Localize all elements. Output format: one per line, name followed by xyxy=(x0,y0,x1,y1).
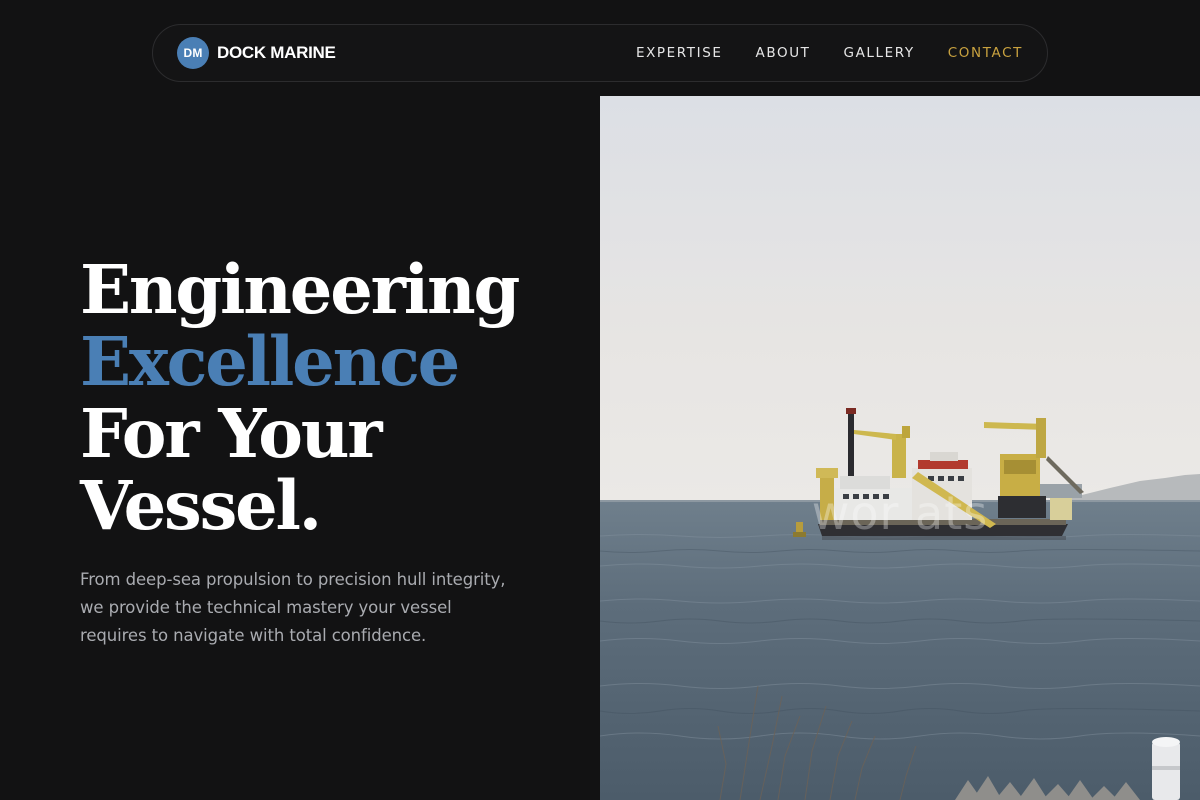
logo-badge: DM xyxy=(177,37,209,69)
brand-name: DOCK MARINE xyxy=(217,43,336,62)
nav-link-expertise[interactable]: EXPERTISE xyxy=(636,45,723,61)
hero-image-dredger-ship: wor ats xyxy=(600,96,1200,800)
hero-heading-highlight: Excellence xyxy=(80,322,460,401)
image-watermark: wor ats xyxy=(811,486,989,540)
nav-link-gallery[interactable]: GALLERY xyxy=(844,45,915,61)
hero-heading-line-3: For Your xyxy=(80,394,383,473)
hero-heading: Engineering Excellence For Your Vessel. xyxy=(80,254,580,542)
bollard xyxy=(1152,737,1180,800)
ship-illustration xyxy=(600,96,1200,800)
nav-link-contact[interactable]: CONTACT xyxy=(948,45,1023,61)
hero-heading-line-4: Vessel. xyxy=(80,466,322,545)
hero-description: From deep-sea propulsion to precision hu… xyxy=(80,570,506,645)
nav-link-about[interactable]: ABOUT xyxy=(756,45,811,61)
brand-logo[interactable]: DM DOCK MARINE xyxy=(177,37,336,69)
nav-links: EXPERTISE ABOUT GALLERY CONTACT xyxy=(636,45,1023,61)
hero-heading-line-1: Engineering xyxy=(80,250,520,329)
main-navbar: DM DOCK MARINE EXPERTISE ABOUT GALLERY C… xyxy=(152,24,1048,82)
